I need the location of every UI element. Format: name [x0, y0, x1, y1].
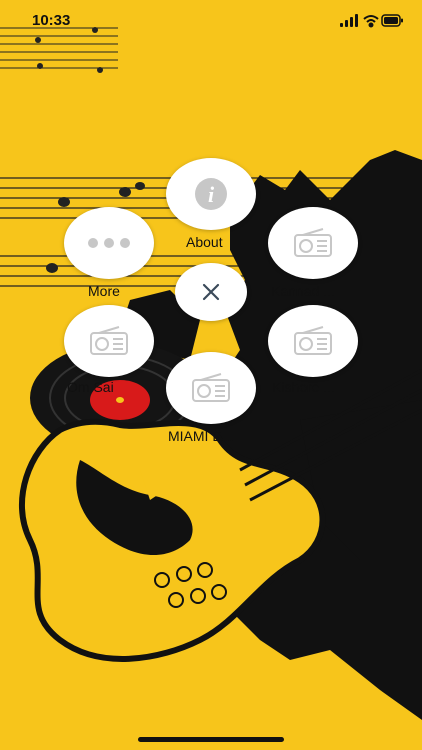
- info-icon: i: [195, 178, 227, 210]
- om-sai-button[interactable]: [64, 305, 154, 377]
- kishore-button[interactable]: [268, 305, 358, 377]
- about-button[interactable]: i: [166, 158, 256, 230]
- close-button[interactable]: [175, 263, 247, 321]
- om-sai-label: Om Sai: [67, 379, 114, 395]
- radio-icon: [294, 326, 332, 355]
- svg-text:i: i: [208, 182, 215, 207]
- status-time: 10:33: [32, 12, 71, 29]
- miami-label: MIAMI E...: [168, 428, 234, 444]
- status-icons: [340, 14, 404, 33]
- radio-icon: [192, 373, 230, 402]
- more-button[interactable]: [64, 207, 154, 279]
- kishore-label: Kishore ...: [272, 379, 336, 395]
- close-icon: [202, 283, 220, 301]
- kannada-button[interactable]: [268, 207, 358, 279]
- radio-icon: [294, 228, 332, 257]
- miami-button[interactable]: [166, 352, 256, 424]
- signal-icon: [340, 14, 358, 27]
- radio-icon: [90, 326, 128, 355]
- battery-icon: [381, 14, 403, 27]
- more-label: More: [88, 283, 120, 299]
- kannada-label: Kannad ...: [271, 283, 335, 299]
- status-bar: 10:33: [0, 0, 422, 44]
- home-indicator[interactable]: [138, 737, 284, 742]
- about-label: About: [186, 234, 223, 250]
- dots-icon: [88, 238, 130, 248]
- wifi-icon: [363, 15, 379, 28]
